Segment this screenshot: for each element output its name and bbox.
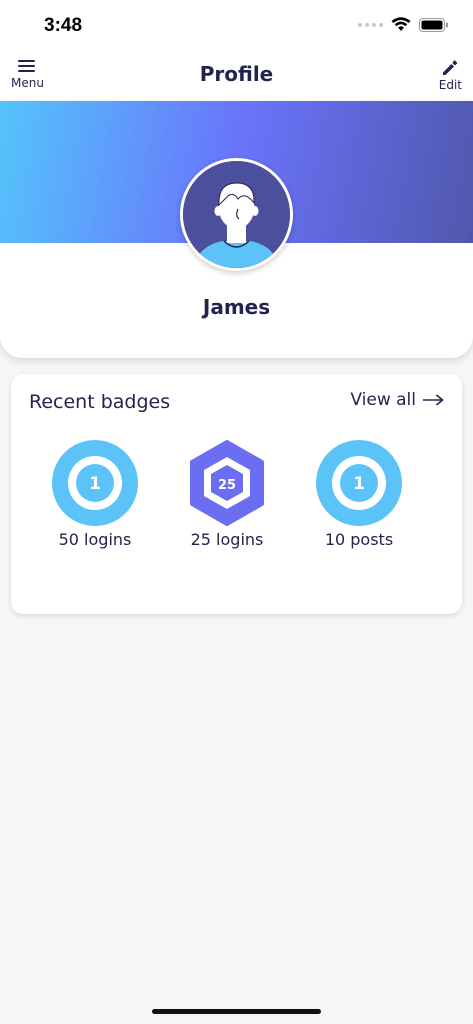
view-all-label: View all	[350, 390, 416, 410]
edit-label: Edit	[438, 78, 462, 92]
pencil-icon	[443, 60, 458, 75]
badge-label: 10 posts	[324, 530, 394, 549]
badge-item[interactable]: 1 50 logins	[30, 440, 160, 549]
badge-number: 1	[353, 474, 365, 494]
page-title: Profile	[199, 62, 274, 86]
badge-item[interactable]: 1 10 posts	[294, 440, 424, 549]
signal-icon	[358, 22, 383, 27]
badge-number: 25	[218, 478, 236, 493]
badges-section-title: Recent badges	[29, 391, 171, 413]
edit-button[interactable]: Edit	[439, 58, 462, 92]
nav-bar: Menu Profile Edit	[0, 52, 473, 101]
avatar[interactable]	[180, 158, 293, 271]
badge-label: 25 logins	[190, 530, 264, 549]
status-bar: 3:48	[0, 0, 473, 52]
arrow-right-icon	[423, 394, 444, 406]
profile-name: James	[202, 295, 271, 319]
login-badge-icon: 1	[52, 440, 138, 526]
status-icons	[358, 17, 449, 32]
badge-item[interactable]: 25 25 logins	[162, 440, 292, 549]
posts-badge-icon: 1	[316, 440, 402, 526]
view-all-link[interactable]: View all	[350, 390, 444, 410]
recent-badges-card: Recent badges View all 1 50 logins 25 25…	[11, 374, 462, 614]
status-time: 3:48	[44, 15, 83, 36]
profile-card: James	[0, 101, 473, 358]
battery-icon	[419, 17, 448, 32]
wifi-icon	[391, 17, 411, 31]
badge-number: 1	[89, 474, 101, 494]
user-avatar-icon	[183, 161, 290, 268]
badge-label: 50 logins	[58, 530, 132, 549]
home-indicator[interactable]	[152, 1009, 321, 1014]
hexagon-badge-icon: 25	[190, 440, 264, 526]
